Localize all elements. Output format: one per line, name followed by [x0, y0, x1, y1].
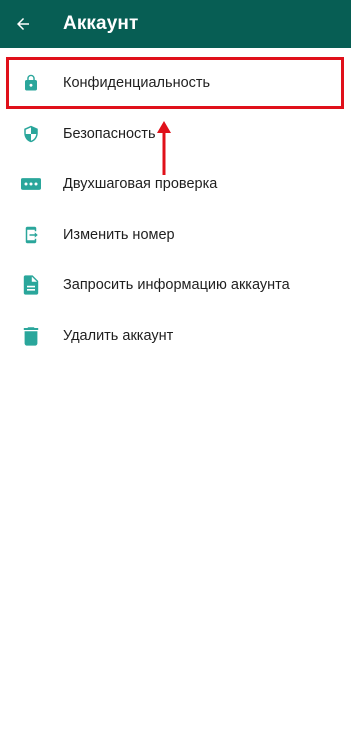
menu-item-delete[interactable]: Удалить аккаунт	[0, 311, 351, 362]
menu-item-label: Конфиденциальность	[63, 75, 211, 92]
menu-item-security[interactable]: Безопасность	[0, 109, 351, 160]
lock-icon	[20, 72, 42, 94]
menu-item-change-number[interactable]: Изменить номер	[0, 210, 351, 261]
document-icon	[20, 274, 42, 296]
arrow-up-icon	[157, 121, 171, 175]
dots-password-icon	[20, 173, 42, 195]
phone-transfer-icon	[20, 224, 42, 246]
shield-icon	[20, 123, 42, 145]
arrow-left-icon	[17, 18, 29, 30]
menu-item-label: Изменить номер	[63, 226, 175, 243]
menu-item-label: Двухшаговая проверка	[63, 176, 218, 193]
back-button[interactable]	[0, 0, 46, 48]
menu-item-label: Удалить аккаунт	[63, 327, 174, 344]
menu-item-label: Безопасность	[63, 125, 156, 142]
menu-item-privacy[interactable]: Конфиденциальность	[0, 58, 351, 109]
account-menu: Конфиденциальность Безопасность Двухшаго…	[0, 58, 351, 361]
menu-item-two-step[interactable]: Двухшаговая проверка	[0, 159, 351, 210]
menu-item-request-info[interactable]: Запросить информацию аккаунта	[0, 260, 351, 311]
menu-item-label: Запросить информацию аккаунта	[63, 277, 290, 294]
page-title: Аккаунт	[63, 13, 139, 34]
app-bar: Аккаунт	[0, 0, 351, 48]
trash-icon	[20, 325, 42, 347]
